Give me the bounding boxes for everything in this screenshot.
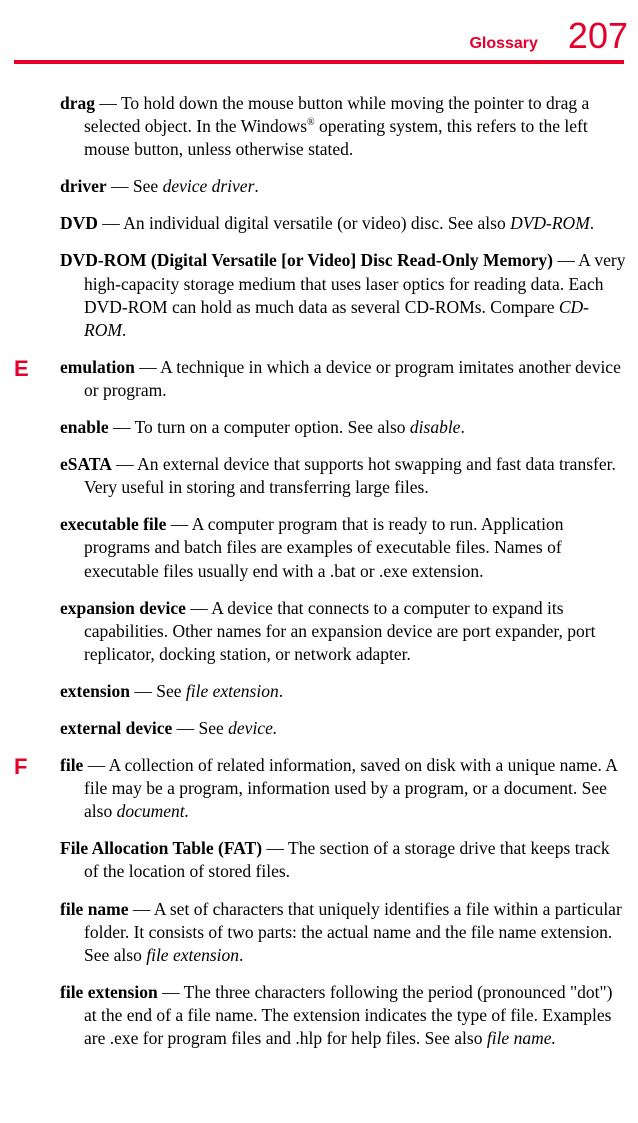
definition-before: A technique in which a device or program… (84, 357, 621, 400)
cross-reference: file name. (487, 1028, 556, 1048)
dash: — (135, 357, 160, 377)
dash: — (130, 681, 156, 701)
definition-before: To turn on a computer option. See also (135, 417, 410, 437)
term: file name (60, 899, 129, 919)
entry-body: drag — To hold down the mouse button whi… (60, 92, 628, 161)
term: DVD-ROM (Digital Versatile [or Video] Di… (60, 250, 553, 270)
section-letter: E (14, 356, 60, 382)
glossary-entry: external device — See device. (14, 717, 628, 740)
term: expansion device (60, 598, 186, 618)
definition-after: . (239, 945, 243, 965)
dash: — (98, 213, 123, 233)
entry-body: driver — See device driver. (60, 175, 628, 198)
definition-after: . (254, 176, 258, 196)
term: file (60, 755, 83, 775)
entry-body: file extension — The three characters fo… (60, 981, 628, 1050)
term: File Allocation Table (FAT) (60, 838, 262, 858)
term: drag (60, 93, 95, 113)
registered-mark: ® (307, 117, 315, 128)
glossary-entry: file extension — The three characters fo… (14, 981, 628, 1050)
glossary-entry: driver — See device driver. (14, 175, 628, 198)
term: extension (60, 681, 130, 701)
cross-reference: device. (228, 718, 277, 738)
definition-before: See (133, 176, 163, 196)
dash: — (158, 982, 184, 1002)
glossary-entry: eSATA — An external device that supports… (14, 453, 628, 499)
entry-body: eSATA — An external device that supports… (60, 453, 628, 499)
cross-reference: DVD-ROM (510, 213, 590, 233)
term: enable (60, 417, 109, 437)
dash: — (186, 598, 211, 618)
term: driver (60, 176, 107, 196)
definition-before: An individual digital versatile (or vide… (123, 213, 510, 233)
entry-body: DVD-ROM (Digital Versatile [or Video] Di… (60, 249, 628, 341)
definition-before: See (199, 718, 229, 738)
term: executable file (60, 514, 166, 534)
entry-body: file — A collection of related informati… (60, 754, 628, 823)
entry-body: expansion device — A device that connect… (60, 597, 628, 666)
term: eSATA (60, 454, 112, 474)
glossary-entry: extension — See file extension. (14, 680, 628, 703)
dash: — (107, 176, 133, 196)
page-header: Glossary 207 (0, 0, 638, 60)
section-letter: F (14, 754, 60, 780)
dash: — (166, 514, 191, 534)
cross-reference: document. (117, 801, 189, 821)
entry-body: emulation — A technique in which a devic… (60, 356, 628, 402)
term: file extension (60, 982, 158, 1002)
header-divider (14, 60, 624, 64)
page-number: 207 (568, 18, 628, 54)
cross-reference: device driver (163, 176, 255, 196)
definition-before: See (156, 681, 186, 701)
cross-reference: file extension (146, 945, 239, 965)
cross-reference: disable (410, 417, 461, 437)
cross-reference: file extension (186, 681, 279, 701)
definition-before: An external device that supports hot swa… (84, 454, 616, 497)
glossary-entry: enable — To turn on a computer option. S… (14, 416, 628, 439)
entry-body: external device — See device. (60, 717, 628, 740)
glossary-entry: DVD — An individual digital versatile (o… (14, 212, 628, 235)
definition-after: . (460, 417, 464, 437)
glossary-entry: E emulation — A technique in which a dev… (14, 356, 628, 402)
glossary-entry: DVD-ROM (Digital Versatile [or Video] Di… (14, 249, 628, 341)
dash: — (83, 755, 108, 775)
header-title: Glossary (469, 35, 537, 53)
glossary-entry: File Allocation Table (FAT) — The sectio… (14, 837, 628, 883)
dash: — (109, 417, 135, 437)
entry-body: file name — A set of characters that uni… (60, 898, 628, 967)
term: DVD (60, 213, 98, 233)
dash: — (129, 899, 154, 919)
dash: — (112, 454, 137, 474)
entry-body: File Allocation Table (FAT) — The sectio… (60, 837, 628, 883)
entry-body: executable file — A computer program tha… (60, 513, 628, 582)
entry-body: enable — To turn on a computer option. S… (60, 416, 628, 439)
dash: — (262, 838, 288, 858)
definition-after: . (122, 320, 126, 340)
glossary-entry: file name — A set of characters that uni… (14, 898, 628, 967)
entry-body: extension — See file extension. (60, 680, 628, 703)
term: external device (60, 718, 172, 738)
term: emulation (60, 357, 135, 377)
glossary-entry: F file — A collection of related informa… (14, 754, 628, 823)
dash: — (553, 250, 578, 270)
definition-after: . (590, 213, 594, 233)
glossary-entry: executable file — A computer program tha… (14, 513, 628, 582)
glossary-entry: drag — To hold down the mouse button whi… (14, 92, 628, 161)
glossary-content: drag — To hold down the mouse button whi… (0, 92, 638, 1050)
entry-body: DVD — An individual digital versatile (o… (60, 212, 628, 235)
definition-after: . (279, 681, 283, 701)
dash: — (95, 93, 121, 113)
dash: — (172, 718, 198, 738)
glossary-entry: expansion device — A device that connect… (14, 597, 628, 666)
